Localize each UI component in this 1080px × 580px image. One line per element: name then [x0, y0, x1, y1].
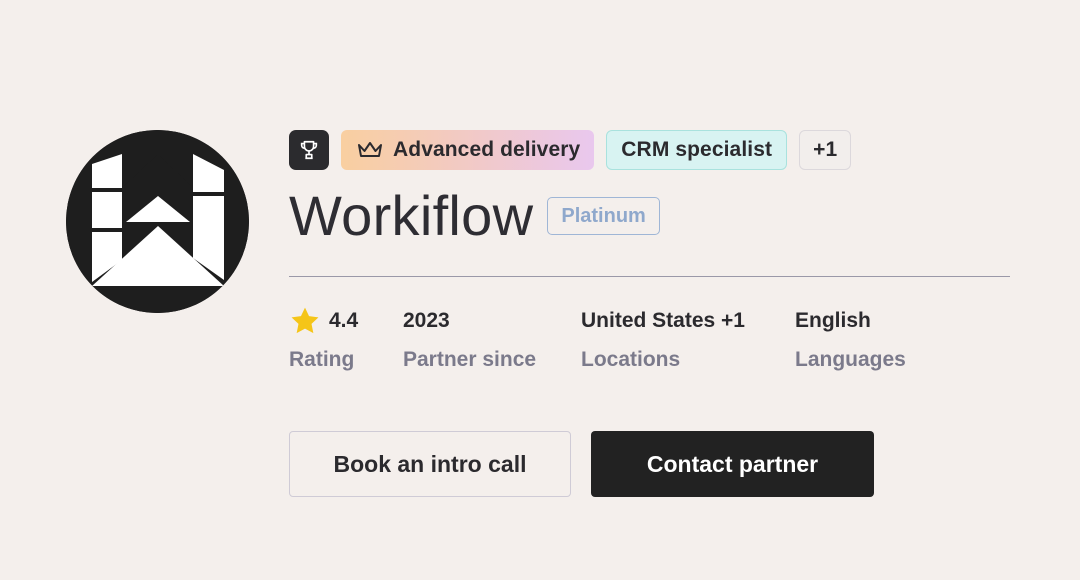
rating-label: Rating — [289, 348, 355, 371]
partner-badges: Advanced delivery CRM specialist +1 — [289, 130, 852, 170]
more-badges-label: +1 — [813, 138, 838, 161]
contact-partner-button[interactable]: Contact partner — [591, 431, 874, 497]
languages-label: Languages — [795, 348, 906, 371]
crown-icon — [358, 142, 382, 157]
tier-label: Platinum — [561, 204, 646, 227]
contact-partner-label: Contact partner — [646, 450, 819, 477]
partner-since-label: Partner since — [403, 348, 537, 371]
tier-badge: Platinum — [547, 197, 660, 235]
stat-rating: 4.4 Rating — [289, 307, 358, 372]
title-row: Workiflow Platinum — [289, 183, 660, 249]
award-badge — [289, 130, 329, 170]
stat-locations: United States +1 Locations — [581, 307, 745, 372]
advanced-delivery-label: Advanced delivery — [393, 138, 581, 161]
star-icon — [291, 307, 319, 334]
divider — [289, 276, 1010, 277]
locations-value: United States +1 — [581, 309, 745, 332]
book-intro-call-button[interactable]: Book an intro call — [289, 431, 571, 497]
rating-value: 4.4 — [329, 309, 359, 332]
trophy-icon — [300, 140, 318, 160]
workiflow-logo-mark — [66, 130, 249, 313]
workiflow-logo — [66, 130, 249, 313]
rating-value-row: 4.4 — [289, 307, 358, 335]
locations-label: Locations — [581, 348, 681, 371]
stat-languages: English Languages — [795, 307, 906, 372]
advanced-delivery-badge: Advanced delivery — [341, 130, 595, 170]
crm-specialist-label: CRM specialist — [621, 138, 773, 161]
crm-specialist-badge: CRM specialist — [606, 130, 788, 170]
company-name: Workiflow — [289, 184, 534, 247]
more-badges-button[interactable]: +1 — [799, 130, 852, 170]
book-intro-call-label: Book an intro call — [333, 450, 527, 477]
languages-value: English — [795, 309, 871, 332]
stat-partner-since: 2023 Partner since — [403, 307, 536, 372]
partner-since-value: 2023 — [403, 309, 450, 332]
